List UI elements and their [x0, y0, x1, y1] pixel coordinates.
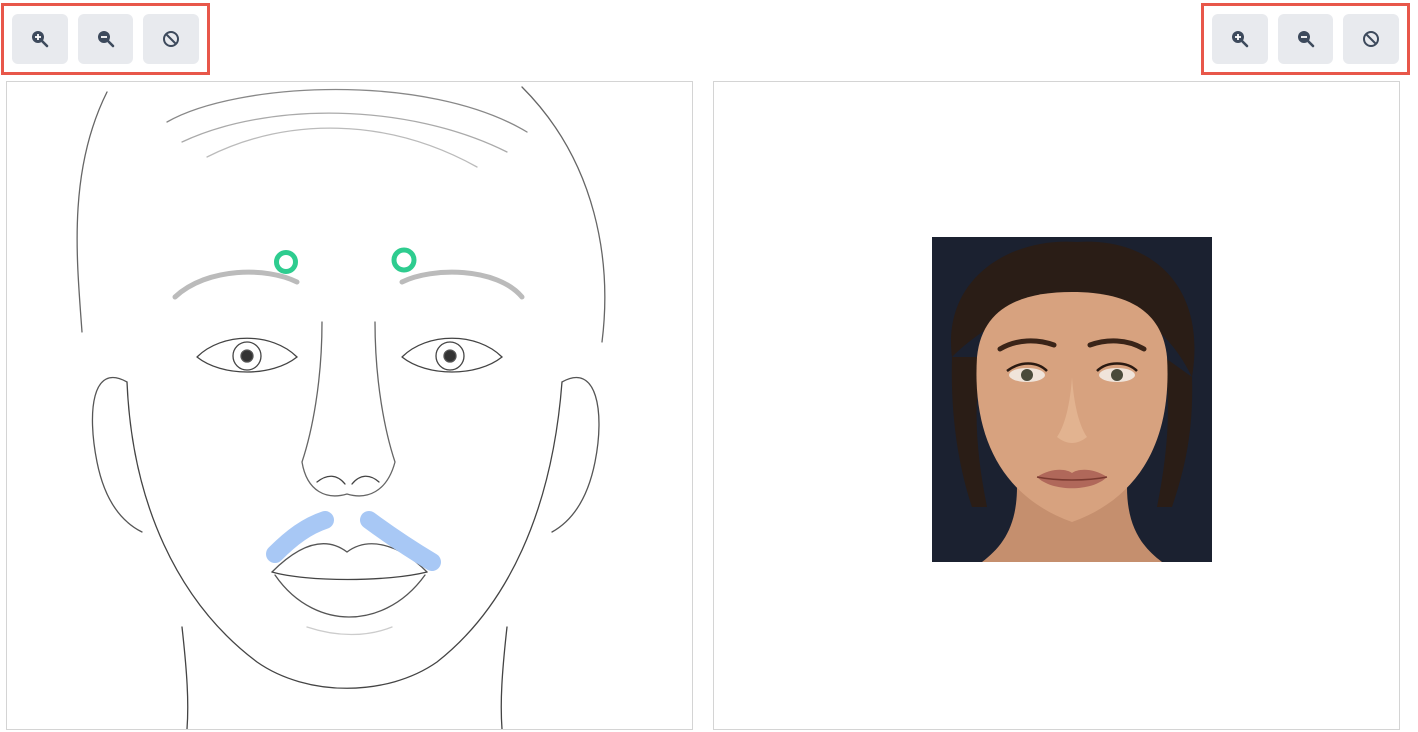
zoom-in-icon: [1231, 31, 1249, 48]
zoom-out-icon: [1297, 31, 1314, 48]
reset-icon: [1363, 31, 1380, 47]
zoom-out-icon: [97, 31, 114, 48]
reference-photo-panel[interactable]: [713, 81, 1400, 730]
right-zoom-toolbar: [1201, 3, 1410, 75]
right-zoom-in-button[interactable]: [1212, 14, 1268, 64]
reference-face-photo: [932, 237, 1212, 562]
left-reset-button[interactable]: [143, 14, 200, 64]
left-zoom-out-button[interactable]: [77, 14, 134, 64]
left-zoom-toolbar: [1, 3, 210, 75]
right-reset-button[interactable]: [1343, 14, 1400, 64]
filler-stroke-left[interactable]: [266, 511, 334, 563]
reset-icon: [163, 31, 180, 47]
right-zoom-out-button[interactable]: [1277, 14, 1334, 64]
face-diagram-panel[interactable]: [6, 81, 693, 730]
face-sketch[interactable]: [7, 82, 692, 729]
filler-stroke-right[interactable]: [360, 511, 441, 571]
injection-marker[interactable]: [274, 250, 298, 274]
zoom-in-icon: [31, 31, 49, 48]
injection-marker[interactable]: [391, 247, 417, 273]
left-zoom-in-button[interactable]: [12, 14, 68, 64]
